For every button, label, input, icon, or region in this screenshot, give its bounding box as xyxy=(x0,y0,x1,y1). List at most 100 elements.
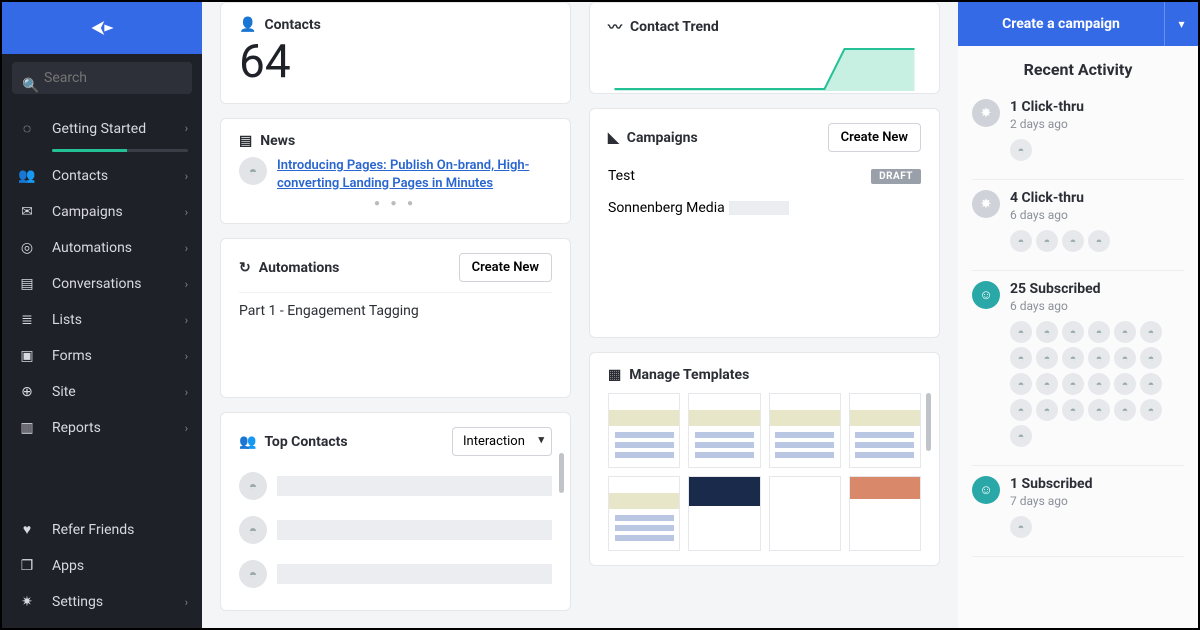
sidebar-item-getting-started[interactable]: ◌ Getting Started › xyxy=(2,110,202,147)
top-contact-row[interactable]: ◓ xyxy=(239,508,552,552)
chevron-right-icon: › xyxy=(185,386,188,399)
search-wrap: 🔍 xyxy=(2,54,202,102)
right-column: 〰Contact Trend ◣ Campaigns Create New Te… xyxy=(589,2,940,610)
avatar: ◓ xyxy=(1088,347,1110,369)
scrollbar[interactable] xyxy=(926,393,931,451)
chevron-right-icon: › xyxy=(185,206,188,219)
avatar: ◓ xyxy=(1036,399,1058,421)
avatar: ◓ xyxy=(1036,230,1058,252)
activity-item[interactable]: ☺25 Subscribed6 days ago◓◓◓◓◓◓◓◓◓◓◓◓◓◓◓◓… xyxy=(972,271,1184,466)
sidebar-item-settings[interactable]: ✷ Settings › xyxy=(2,584,202,620)
activity-item[interactable]: ☺1 Subscribed7 days ago◓ xyxy=(972,466,1184,557)
sidebar: 🔍 ◌ Getting Started › 👥 Contacts › ✉ Cam… xyxy=(2,2,202,628)
news-headline-link[interactable]: Introducing Pages: Publish On-brand, Hig… xyxy=(277,157,552,192)
redacted xyxy=(277,564,552,584)
top-contact-row[interactable]: ◓ xyxy=(239,464,552,508)
sidebar-item-site[interactable]: ⊕ Site › xyxy=(2,374,202,410)
chevron-right-icon: › xyxy=(185,596,188,609)
trend-icon: 〰 xyxy=(608,17,622,37)
avatar: ◓ xyxy=(1062,321,1084,343)
card-title: News xyxy=(260,133,295,149)
template-thumb[interactable] xyxy=(769,476,841,551)
create-automation-button[interactable]: Create New xyxy=(459,253,552,282)
cursor-icon: ✸ xyxy=(972,190,1000,218)
activity-item[interactable]: ✸1 Click-thru2 days ago◓ xyxy=(972,89,1184,180)
sidebar-item-contacts[interactable]: 👥 Contacts › xyxy=(2,158,202,194)
create-campaign-button[interactable]: Create New xyxy=(828,123,921,152)
carousel-dots[interactable]: ● ● ● xyxy=(239,198,552,209)
avatar: ◓ xyxy=(1088,230,1110,252)
news-card: ▤News ◓ Introducing Pages: Publish On-br… xyxy=(220,118,571,224)
sidebar-item-label: Conversations xyxy=(52,276,141,292)
template-thumb[interactable] xyxy=(769,393,841,468)
sidebar-item-label: Contacts xyxy=(52,168,108,184)
chevron-right-icon: › xyxy=(185,170,188,183)
sidebar-item-label: Site xyxy=(52,384,76,400)
person-icon: 👤 xyxy=(239,17,256,33)
avatar-row: ◓ xyxy=(1010,516,1184,538)
sidebar-item-label: Forms xyxy=(52,348,92,364)
avatar: ◓ xyxy=(1140,321,1162,343)
sidebar-item-lists[interactable]: ≣ Lists › xyxy=(2,302,202,338)
template-thumb[interactable] xyxy=(688,393,760,468)
brand-logo-icon xyxy=(88,14,116,42)
megaphone-icon: ◣ xyxy=(608,130,619,146)
avatar: ◓ xyxy=(1140,347,1162,369)
sidebar-item-apps[interactable]: ❐ Apps xyxy=(2,548,202,584)
template-thumb[interactable] xyxy=(688,476,760,551)
template-thumb[interactable] xyxy=(849,476,921,551)
template-thumb[interactable] xyxy=(608,393,680,468)
avatar: ◓ xyxy=(1140,399,1162,421)
avatar-row: ◓◓◓◓◓◓◓◓◓◓◓◓◓◓◓◓◓◓◓◓◓◓◓◓◓ xyxy=(1010,321,1184,447)
template-thumb[interactable] xyxy=(849,393,921,468)
scrollbar[interactable] xyxy=(559,453,564,493)
activity-time: 6 days ago xyxy=(1010,208,1184,222)
form-icon: ▣ xyxy=(16,348,38,364)
sidebar-item-campaigns[interactable]: ✉ Campaigns › xyxy=(2,194,202,230)
redacted xyxy=(277,520,552,540)
sidebar-item-refer[interactable]: ♥ Refer Friends xyxy=(2,511,202,548)
sidebar-item-reports[interactable]: ▥ Reports › xyxy=(2,410,202,446)
activity-item[interactable]: ✸4 Click-thru6 days ago◓◓◓◓ xyxy=(972,180,1184,271)
activity-title: 1 Subscribed xyxy=(1010,476,1184,492)
apps-icon: ❐ xyxy=(16,558,38,574)
avatar: ◓ xyxy=(1036,347,1058,369)
sidebar-item-label: Lists xyxy=(52,312,82,328)
template-icon: ▦ xyxy=(608,367,621,383)
cta-dropdown[interactable]: ▾ xyxy=(1164,2,1198,46)
chevron-right-icon: › xyxy=(185,242,188,255)
avatar: ◓ xyxy=(1036,373,1058,395)
create-campaign-cta[interactable]: Create a campaign xyxy=(958,2,1164,46)
campaign-row[interactable]: Test DRAFT xyxy=(608,160,921,192)
avatar: ◓ xyxy=(1010,139,1032,161)
cursor-icon: ✸ xyxy=(972,99,1000,127)
template-thumb[interactable] xyxy=(608,476,680,551)
avatar: ◓ xyxy=(239,157,267,185)
card-title: Top Contacts xyxy=(264,434,347,450)
avatar: ◓ xyxy=(1088,321,1110,343)
people-icon: ☺ xyxy=(972,281,1000,309)
campaign-row[interactable]: Sonnenberg Media xyxy=(608,192,921,224)
logo[interactable] xyxy=(2,2,202,54)
activity-title: 25 Subscribed xyxy=(1010,281,1184,297)
chat-icon: ▤ xyxy=(16,276,38,292)
sidebar-item-conversations[interactable]: ▤ Conversations › xyxy=(2,266,202,302)
activity-time: 2 days ago xyxy=(1010,117,1184,131)
main-content: 👤Contacts 64 ▤News ◓ Introducing Pages: … xyxy=(202,2,958,628)
people-icon: 👥 xyxy=(239,434,256,450)
avatar-row: ◓ xyxy=(1010,139,1184,161)
top-contact-row[interactable]: ◓ xyxy=(239,552,552,596)
automation-row[interactable]: Part 1 - Engagement Tagging xyxy=(239,292,552,329)
avatar: ◓ xyxy=(1062,373,1084,395)
avatar: ◓ xyxy=(1010,516,1032,538)
target-icon: ◎ xyxy=(16,240,38,256)
activity-time: 7 days ago xyxy=(1010,494,1184,508)
chevron-right-icon: › xyxy=(185,422,188,435)
sidebar-item-automations[interactable]: ◎ Automations › xyxy=(2,230,202,266)
chevron-right-icon: › xyxy=(185,350,188,363)
card-title: Contact Trend xyxy=(630,19,719,35)
sort-select-wrap: Interaction xyxy=(452,427,552,456)
sort-select[interactable]: Interaction xyxy=(452,427,552,456)
sidebar-item-forms[interactable]: ▣ Forms › xyxy=(2,338,202,374)
avatar: ◓ xyxy=(239,472,267,500)
